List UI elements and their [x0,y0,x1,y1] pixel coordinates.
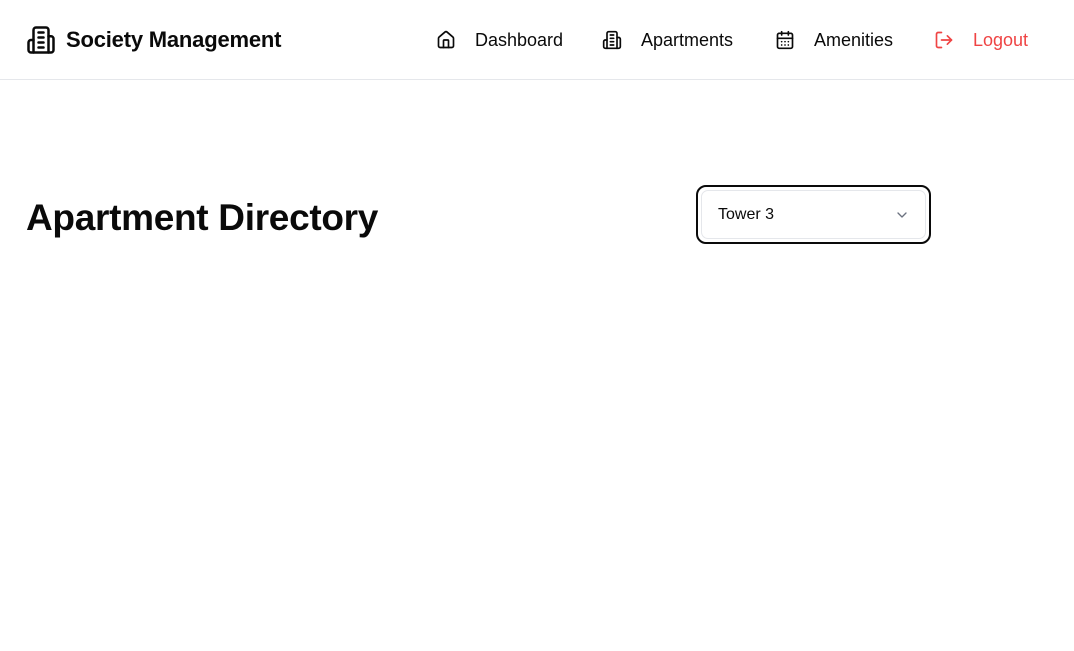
tower-select-value: Tower 3 [718,205,775,223]
nav-amenities[interactable]: Amenities [775,28,893,52]
calendar-icon [776,30,794,50]
tower-select[interactable]: Tower 3 [696,185,931,244]
nav-amenities-label: Amenities [814,29,894,50]
brand[interactable]: Society Management [26,25,281,55]
logout-label: Logout [973,29,1029,50]
logout-icon [935,31,953,49]
tower-select-field[interactable]: Tower 3 [701,190,926,239]
app-title: Society Management [66,27,282,52]
building-icon [27,26,55,54]
page-title: Apartment Directory [26,197,379,238]
logout-button[interactable]: Logout [934,28,1028,52]
nav-apartments[interactable]: Apartments [602,28,733,52]
nav-dashboard-label: Dashboard [475,29,564,50]
top-navbar: Society Management Dashboard Apartments [0,0,1074,80]
building-icon [602,30,622,50]
nav-apartments-label: Apartments [641,29,734,50]
home-icon [437,30,455,49]
nav-dashboard[interactable]: Dashboard [436,28,563,52]
chevron-down-icon [897,211,907,218]
